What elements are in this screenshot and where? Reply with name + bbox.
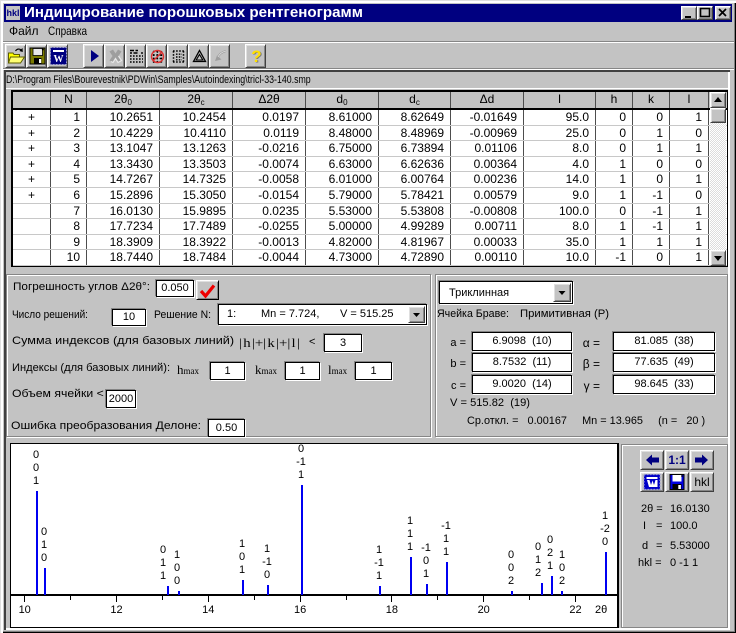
svg-text:W: W — [54, 54, 64, 65]
svg-text:?: ? — [251, 47, 261, 66]
